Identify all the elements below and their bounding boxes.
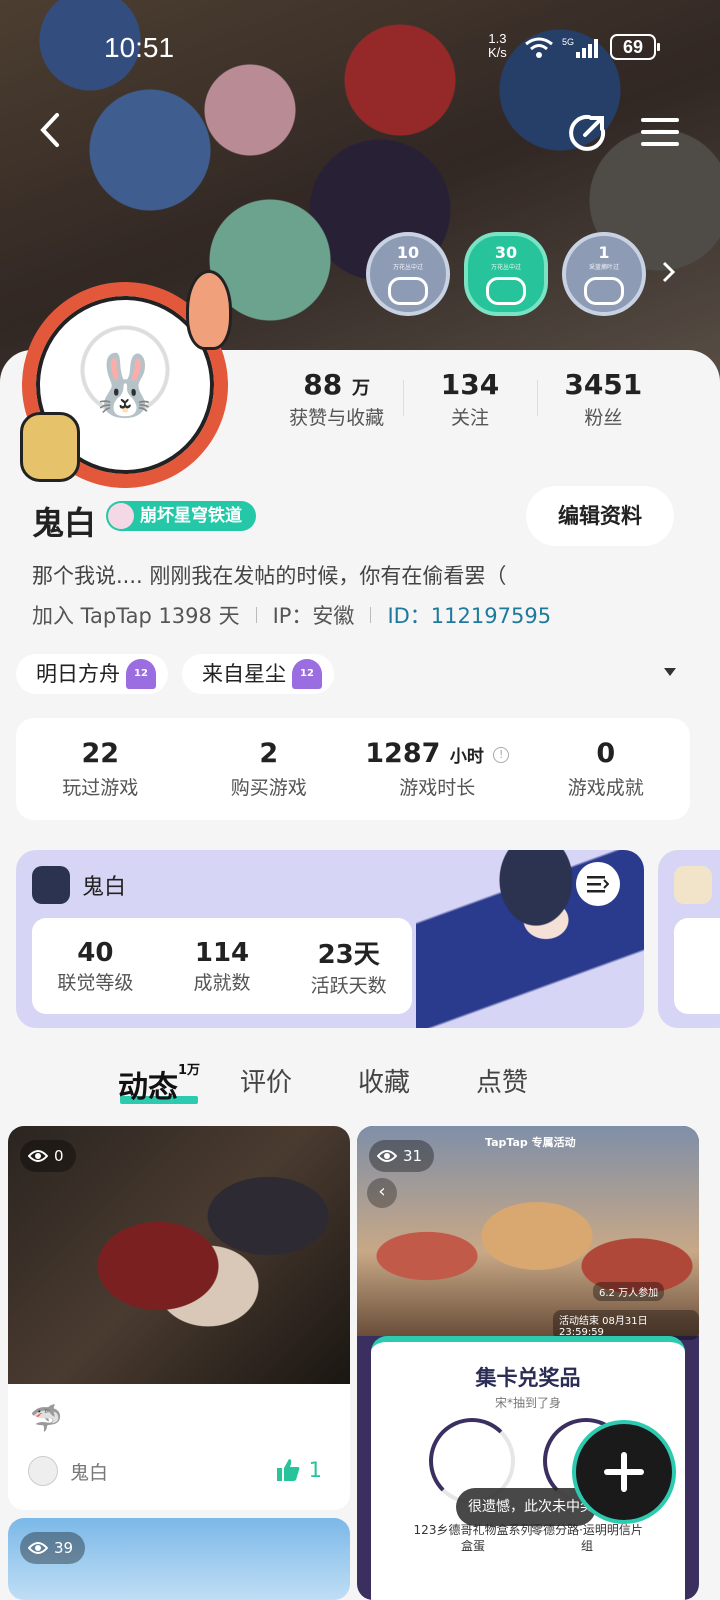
gamepad-icon [584,277,624,305]
avatar-bunny-decoration [20,412,80,482]
achievement-badges[interactable]: 10 万花丛中过 30 万花丛中过 1 采蓝摘叶过 [366,232,676,316]
view-count: 0 [20,1140,76,1172]
view-count: 31 [369,1140,435,1172]
game-profile-card-next[interactable] [658,850,720,1028]
post-emoji: 🦈 [30,1404,63,1434]
profile-bio: 那个我说.... 刚刚我在发帖的时候，你有在偷看罢（ [32,564,507,588]
game-stats: 22 玩过游戏 2 购买游戏 1287 小时 ! 游戏时长 0 游戏成就 [16,718,690,820]
battery-indicator: 69 [610,34,660,60]
badge-2[interactable]: 30 万花丛中过 [464,232,548,316]
wifi-icon [524,36,554,64]
divider [370,607,372,623]
edit-profile-button[interactable]: 编辑资料 [526,486,674,546]
chevron-down-icon[interactable] [664,668,676,676]
post-card[interactable]: 39 [8,1518,350,1600]
chevron-left-icon[interactable]: ‹ [367,1178,397,1208]
create-post-button[interactable] [572,1420,676,1524]
profile-stats: 88 万 获赞与收藏 134 关注 3451 粉丝 [270,368,670,430]
net-speed: 1.3 K/s [488,31,507,60]
level-icon: 12 [126,659,156,689]
like-button[interactable]: 1 [275,1458,322,1482]
network-type: 5G [562,37,574,47]
post-card[interactable]: 0 🦈 鬼白 1 [8,1126,350,1510]
level-icon: 12 [292,659,322,689]
game-card-stat: 114 成就数 [193,937,251,994]
stat-likes[interactable]: 88 万 获赞与收藏 [270,368,403,430]
badge-3[interactable]: 1 采蓝摘叶过 [562,232,646,316]
view-count: 39 [20,1532,86,1564]
status-time: 10:51 [104,32,175,63]
game-profile-card[interactable]: 鬼白 40 联觉等级 114 成就数 23天 活跃天数 [16,850,644,1028]
game-tag[interactable]: 崩坏星穹铁道 [106,501,256,531]
share-icon[interactable] [566,110,610,154]
avatar[interactable]: 🐰 [16,270,238,492]
badge-1[interactable]: 10 万花丛中过 [366,232,450,316]
stat-followers[interactable]: 3451 粉丝 [536,368,670,430]
event-header: TapTap 专属活动 [485,1136,576,1149]
tab-posts[interactable]: 动态1万 [118,1062,200,1106]
thumb-up-icon [276,1459,299,1481]
eye-icon [28,1150,48,1162]
game-card-stats: 40 联觉等级 114 成就数 23天 活跃天数 [32,918,412,1014]
info-icon[interactable]: ! [493,746,510,763]
profile-name: 鬼白 [32,504,97,542]
top-nav [0,108,720,158]
game-card-header: 鬼白 [32,866,126,904]
profile-meta: 加入 TapTap 1398 天 IP：安徽 ID：112197595 [32,600,551,630]
played-games[interactable]: 22 玩过游戏 [16,738,185,800]
eye-icon [28,1542,48,1554]
avatar-flame-decoration [186,270,232,350]
sort-list-icon[interactable] [576,862,620,906]
tab-likes[interactable]: 点赞 [476,1062,528,1099]
gamepad-icon [486,277,526,305]
prize-caption: 123乡德哥礼物盒系列盒蛋 [413,1523,533,1553]
content-tabs: 动态1万 评价 收藏 点赞 [0,1058,720,1108]
user-id[interactable]: ID：112197595 [387,600,551,630]
status-bar: 10:51 1.3 K/s 5G 69 [0,30,720,70]
play-time[interactable]: 1287 小时 ! 游戏时长 [353,738,522,800]
post-author[interactable]: 鬼白 [28,1456,108,1486]
purchased-games[interactable]: 2 购买游戏 [185,738,354,800]
prize-sub: 宋*抽到了身 [494,1396,561,1410]
toast-message: 很遗憾，此次未中奖 [456,1488,596,1526]
achievements[interactable]: 0 游戏成就 [522,738,691,800]
tab-reviews[interactable]: 评价 [240,1062,292,1099]
gamepad-icon [388,277,428,305]
back-icon[interactable] [30,108,70,152]
chip-game[interactable]: 明日方舟 12 [16,654,168,694]
menu-icon[interactable] [638,112,682,152]
divider [255,607,257,623]
game-card-stat: 40 联觉等级 [57,937,134,994]
game-avatar [32,866,70,904]
post-card[interactable]: TapTap 专属活动 31 ‹ 6.2 万人参加 活动结束 08月31日 23… [357,1126,699,1600]
prize-caption: 零德分路·运明明信片组 [531,1523,643,1553]
tab-favorites[interactable]: 收藏 [358,1062,410,1099]
participants: 6.2 万人参加 [593,1282,665,1301]
author-avatar [28,1456,58,1486]
chevron-right-icon[interactable] [660,260,676,288]
game-chips: 明日方舟 12 来自星尘 12 [16,654,334,694]
prize-title: 集卡兑奖品 [475,1366,581,1390]
chip-game[interactable]: 来自星尘 12 [182,654,334,694]
stat-following[interactable]: 134 关注 [403,368,536,430]
game-card-stat: 23天 活跃天数 [310,940,387,997]
joined-days: 加入 TapTap 1398 天 [32,604,240,628]
eye-icon [377,1150,397,1162]
plus-icon [604,1452,644,1492]
signal-icon: 5G [562,36,602,63]
ip-location: IP：安徽 [272,604,355,628]
